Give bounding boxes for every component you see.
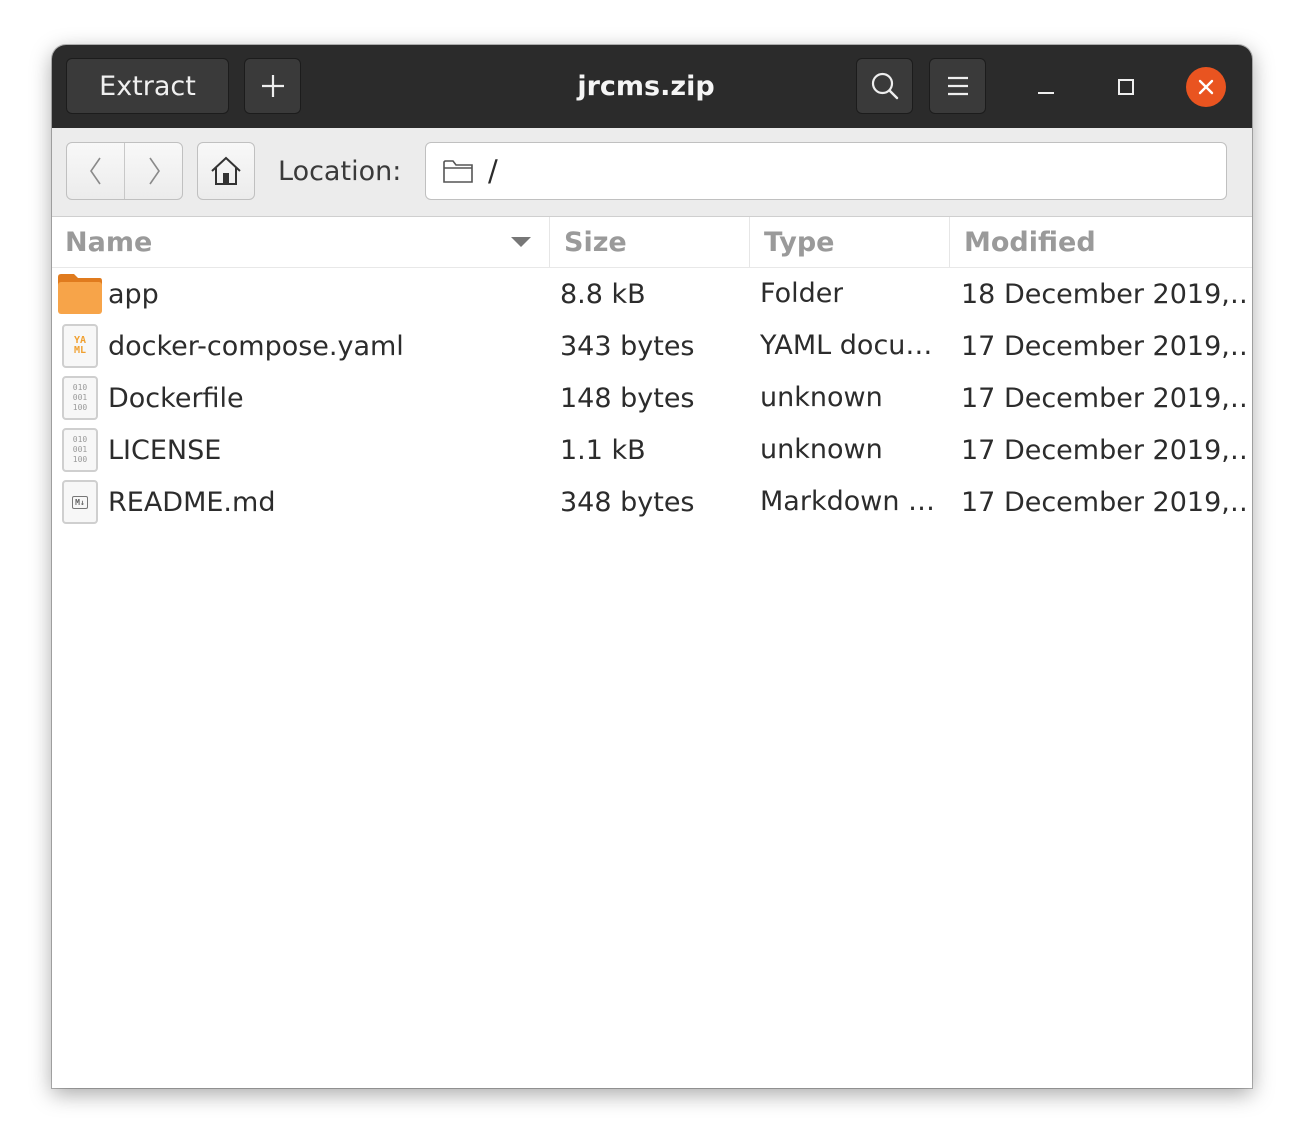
- binary-file-icon: 010 001 100: [62, 376, 98, 420]
- home-button[interactable]: [197, 142, 255, 200]
- file-modified: 17 December 2019,…: [961, 486, 1245, 518]
- file-type: unknown: [760, 434, 883, 465]
- file-size: 1.1 kB: [560, 434, 646, 466]
- file-modified: 17 December 2019,…: [961, 382, 1245, 414]
- table-row[interactable]: app 8.8 kB Folder 18 December 2019,…: [52, 268, 1252, 320]
- chevron-left-icon: [89, 157, 101, 185]
- main-menu-button[interactable]: [929, 58, 986, 114]
- navigation-buttons: [66, 142, 183, 200]
- file-name: Dockerfile: [108, 382, 244, 414]
- file-size: 348 bytes: [560, 486, 695, 518]
- column-header-size-label: Size: [564, 226, 627, 258]
- search-button[interactable]: [856, 58, 913, 114]
- file-size: 148 bytes: [560, 382, 695, 414]
- hamburger-menu-icon: [947, 76, 968, 96]
- file-name: LICENSE: [108, 434, 222, 466]
- file-list: Name Size Type Modified app 8.8 kB Folde…: [52, 217, 1252, 1088]
- file-type: unknown: [760, 382, 883, 413]
- file-modified: 18 December 2019,…: [961, 278, 1245, 310]
- binary-file-icon: 010 001 100: [62, 428, 98, 472]
- file-size: 343 bytes: [560, 330, 695, 362]
- column-header-type[interactable]: Type: [750, 217, 950, 267]
- minimize-button[interactable]: [1026, 67, 1066, 107]
- extract-button[interactable]: Extract: [66, 58, 229, 114]
- column-header-name[interactable]: Name: [52, 217, 550, 267]
- close-icon: [1198, 79, 1214, 95]
- search-icon: [871, 72, 898, 100]
- file-name: docker-compose.yaml: [108, 330, 404, 362]
- column-header-modified[interactable]: Modified: [950, 217, 1252, 267]
- extract-button-label: Extract: [99, 70, 196, 102]
- markdown-file-icon: M↓: [62, 480, 98, 524]
- maximize-button[interactable]: [1106, 67, 1146, 107]
- file-size: 8.8 kB: [560, 278, 646, 310]
- window-title: jrcms.zip: [577, 71, 715, 102]
- forward-button[interactable]: [124, 143, 182, 199]
- table-row[interactable]: YA ML docker-compose.yaml 343 bytes YAML…: [52, 320, 1252, 372]
- file-type: YAML docu…: [760, 330, 933, 361]
- file-name: README.md: [108, 486, 276, 518]
- sort-descending-icon: [511, 237, 531, 247]
- back-button[interactable]: [67, 143, 124, 199]
- column-header-modified-label: Modified: [964, 226, 1096, 258]
- file-modified: 17 December 2019,…: [961, 330, 1245, 362]
- add-files-button[interactable]: [244, 58, 301, 114]
- location-path: /: [488, 154, 498, 188]
- minimize-icon: [1038, 92, 1054, 94]
- folder-icon: [58, 274, 102, 314]
- location-field[interactable]: /: [425, 142, 1227, 200]
- location-toolbar: Location: /: [52, 128, 1252, 217]
- header-bar: Extract jrcms.zip: [52, 45, 1252, 128]
- chevron-right-icon: [148, 157, 160, 185]
- file-type: Folder: [760, 278, 844, 309]
- table-row[interactable]: 010 001 100 Dockerfile 148 bytes unknown…: [52, 372, 1252, 424]
- table-row[interactable]: M↓ README.md 348 bytes Markdown … 17 Dec…: [52, 476, 1252, 528]
- file-type: Markdown …: [760, 486, 936, 517]
- file-name: app: [108, 278, 159, 310]
- column-headers: Name Size Type Modified: [52, 217, 1252, 268]
- yaml-file-icon: YA ML: [62, 324, 98, 368]
- plus-icon: [261, 75, 284, 97]
- column-header-name-label: Name: [65, 226, 153, 258]
- folder-outline-icon: [443, 160, 473, 183]
- column-header-type-label: Type: [764, 226, 835, 258]
- file-modified: 17 December 2019,…: [961, 434, 1245, 466]
- table-row[interactable]: 010 001 100 LICENSE 1.1 kB unknown 17 De…: [52, 424, 1252, 476]
- maximize-icon: [1118, 79, 1134, 95]
- archive-manager-window: Extract jrcms.zip Location: / Name Size …: [52, 45, 1252, 1088]
- column-header-size[interactable]: Size: [550, 217, 750, 267]
- location-label: Location:: [278, 155, 402, 187]
- home-icon: [211, 156, 241, 185]
- close-button[interactable]: [1186, 67, 1226, 107]
